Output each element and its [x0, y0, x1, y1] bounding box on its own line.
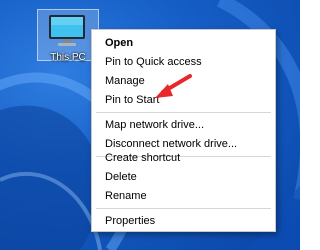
red-arrow-annotation: [155, 74, 192, 98]
